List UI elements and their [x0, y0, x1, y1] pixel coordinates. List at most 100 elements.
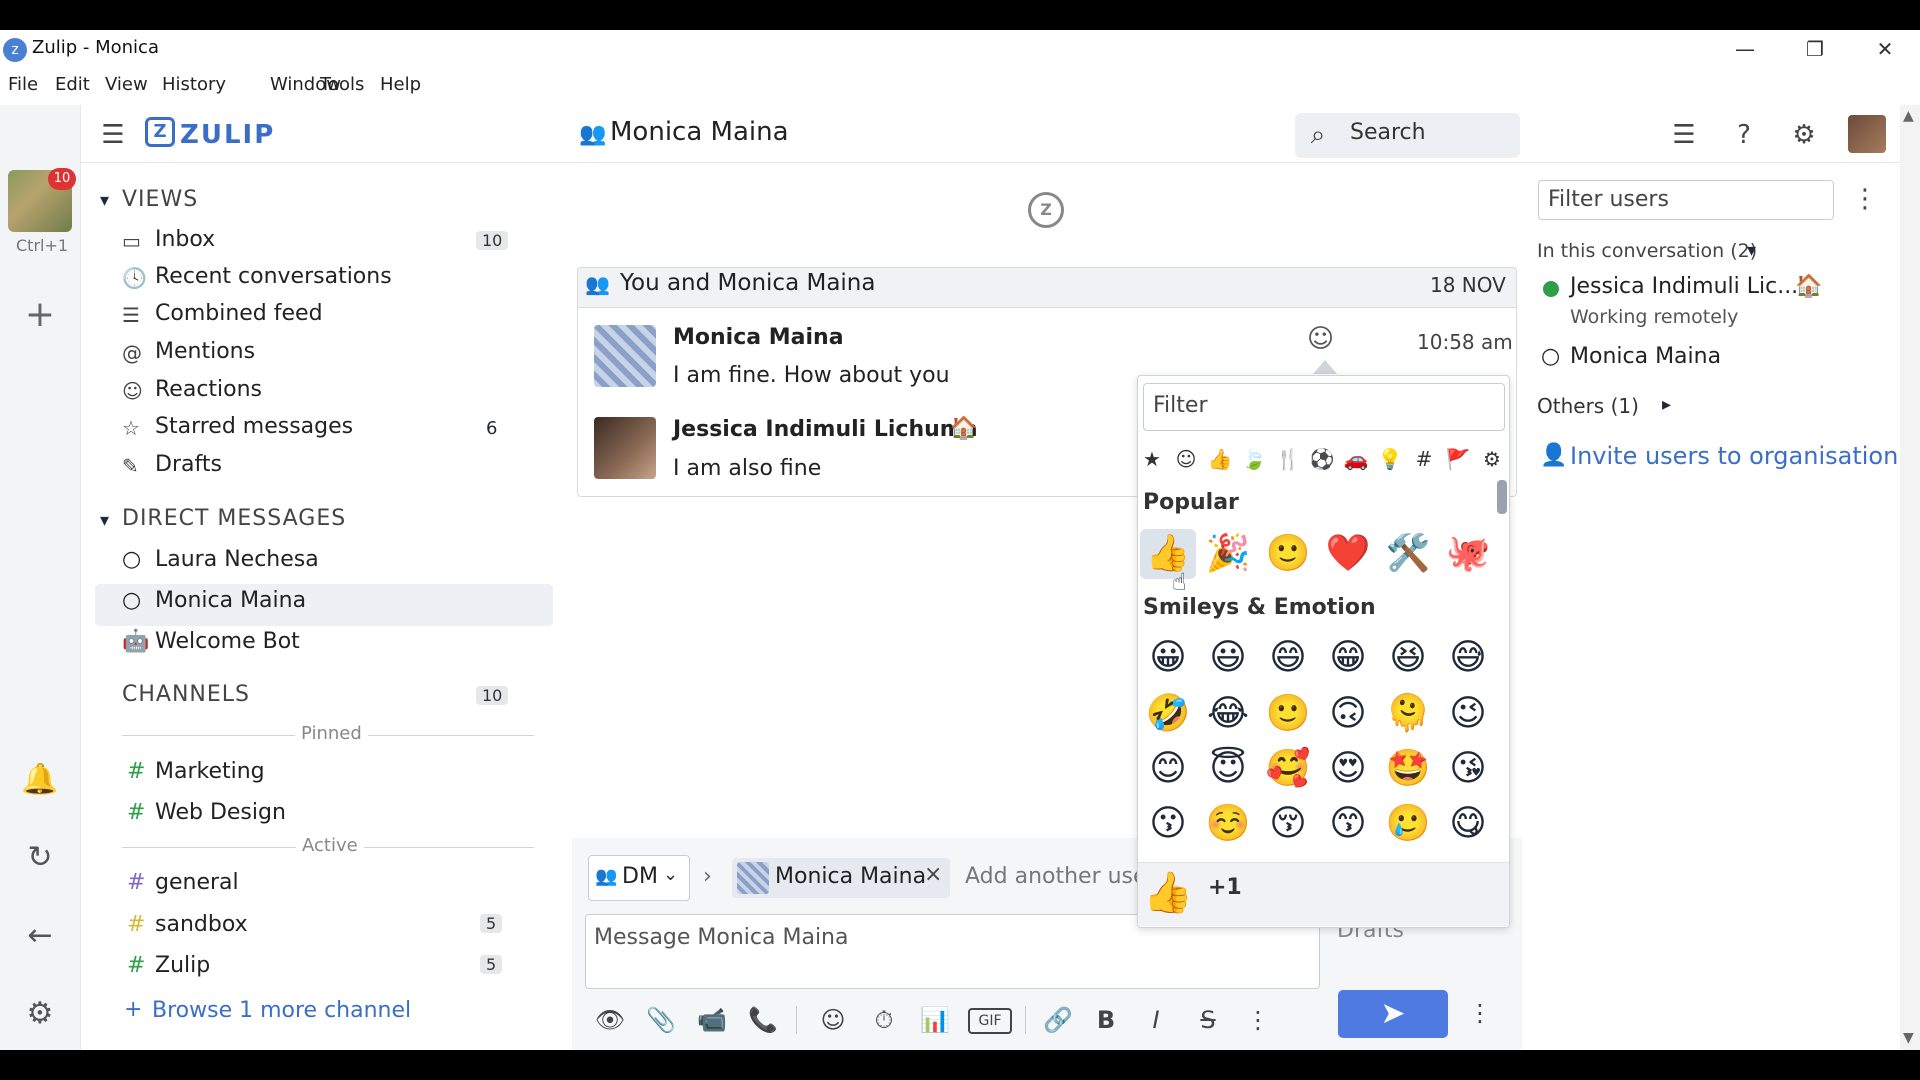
scroll-up-icon[interactable]: ▲ [1903, 108, 1914, 124]
dm-collapse-icon[interactable]: ▾ [100, 510, 109, 531]
emoji-picker-icon[interactable]: ☺ [815, 1002, 851, 1038]
message-placeholder[interactable]: Message Monica Maina [594, 925, 848, 950]
dm-monica-maina[interactable]: Monica Maina [155, 588, 306, 613]
category-objects-icon[interactable]: 💡 [1376, 445, 1404, 473]
emoji-heart[interactable]: ❤️ [1320, 529, 1376, 579]
voice-call-icon[interactable]: 📞 [745, 1002, 781, 1038]
message-sender[interactable]: Jessica Indimuli Lichuma [673, 417, 978, 442]
menu-edit[interactable]: Edit [55, 74, 90, 95]
user-monica[interactable]: Monica Maina [1570, 344, 1721, 369]
views-header[interactable]: VIEWS [122, 187, 198, 212]
message-sender[interactable]: Monica Maina [673, 325, 844, 350]
emoji-yum[interactable]: 😋 [1440, 799, 1496, 849]
gear-icon[interactable]: ⚙ [1786, 117, 1822, 153]
chevron-down-icon[interactable]: ⌄ [663, 864, 678, 885]
close-button[interactable]: ✕ [1865, 34, 1905, 64]
scroll-down-icon[interactable]: ▼ [1903, 1030, 1914, 1046]
emoji-joy[interactable]: 😂 [1200, 689, 1256, 739]
back-arrow-icon[interactable]: ← [20, 916, 60, 956]
message-time[interactable]: 10:58 am [1417, 330, 1513, 354]
category-people-icon[interactable]: 👍 [1206, 445, 1234, 473]
view-inbox[interactable]: Inbox [155, 227, 215, 252]
emoji-sweat-smile[interactable]: 😅 [1440, 633, 1496, 683]
chevron-right-icon[interactable]: ▸ [1662, 394, 1671, 415]
settings-gear-icon[interactable]: ⚙ [20, 994, 60, 1034]
browse-channels-link[interactable]: Browse 1 more channel [152, 998, 411, 1023]
emoji-heart-eyes[interactable]: 😍 [1320, 744, 1376, 794]
strikethrough-icon[interactable]: S [1190, 1002, 1226, 1038]
emoji-filter-placeholder[interactable]: Filter [1153, 393, 1207, 418]
zulip-logo-icon[interactable]: Z [145, 117, 175, 147]
zulip-logo-text[interactable]: ZULIP [180, 120, 275, 150]
emoji-big-smile[interactable]: 😄 [1260, 633, 1316, 683]
user-list-toggle-icon[interactable]: ☰ [1666, 117, 1702, 153]
emoji-rolling-on-floor[interactable]: 🤣 [1140, 689, 1196, 739]
view-starred[interactable]: Starred messages [155, 414, 353, 439]
view-combined-feed[interactable]: Combined feed [155, 301, 323, 326]
category-travel-icon[interactable]: 🚗 [1342, 445, 1370, 473]
emoji-smiling-tear[interactable]: 🥲 [1380, 799, 1436, 849]
emoji-wink[interactable]: 😉 [1440, 689, 1496, 739]
category-activity-icon[interactable]: ⚽ [1308, 445, 1336, 473]
user-list-menu-icon[interactable]: ⋮ [1852, 184, 1878, 214]
emoji-thumbs-up[interactable]: 👍 [1140, 529, 1196, 579]
hamburger-icon[interactable]: ☰ [95, 117, 131, 153]
emoji-octopus[interactable]: 🐙 [1440, 529, 1496, 579]
dm-select-label[interactable]: DM [622, 864, 658, 889]
italic-icon[interactable]: I [1138, 1002, 1174, 1038]
category-smileys-icon[interactable]: ☺ [1172, 445, 1200, 473]
emoji-smiley[interactable]: 😃 [1200, 633, 1256, 683]
emoji-kissing[interactable]: 😗 [1140, 799, 1196, 849]
emoji-tools[interactable]: 🛠️ [1380, 529, 1436, 579]
personal-menu-avatar[interactable] [1848, 115, 1886, 153]
category-custom-icon[interactable]: ⚙ [1478, 445, 1506, 473]
invite-users-link[interactable]: Invite users to organisation [1570, 442, 1898, 470]
preview-icon[interactable]: 👁 [592, 1002, 628, 1038]
channel-zulip[interactable]: Zulip [155, 953, 210, 978]
category-nature-icon[interactable]: 🍃 [1240, 445, 1268, 473]
in-conversation-header[interactable]: In this conversation (2) [1537, 240, 1757, 262]
category-flags-icon[interactable]: 🚩 [1444, 445, 1472, 473]
views-collapse-icon[interactable]: ▾ [100, 190, 109, 211]
remove-recipient-icon[interactable]: × [924, 862, 942, 887]
poll-icon[interactable]: 📊 [917, 1002, 953, 1038]
category-food-icon[interactable]: 🍴 [1274, 445, 1302, 473]
view-drafts[interactable]: Drafts [155, 452, 222, 477]
menu-tools[interactable]: Tools [320, 74, 364, 95]
gif-icon[interactable]: GIF [968, 1008, 1012, 1034]
emoji-tada[interactable]: 🎉 [1200, 529, 1256, 579]
emoji-kissing-smiling-eyes[interactable]: 😙 [1320, 799, 1376, 849]
global-time-icon[interactable]: ⏱ [866, 1002, 902, 1038]
add-org-button[interactable]: + [20, 295, 60, 335]
dm-welcome-bot[interactable]: Welcome Bot [155, 629, 300, 654]
emoji-upside-down[interactable]: 🙃 [1320, 689, 1376, 739]
category-popular-icon[interactable]: ★ [1138, 445, 1166, 473]
menu-history[interactable]: History [162, 74, 226, 95]
attach-file-icon[interactable]: 📎 [643, 1002, 679, 1038]
channel-general[interactable]: general [155, 870, 239, 895]
link-icon[interactable]: 🔗 [1040, 1002, 1076, 1038]
menu-file[interactable]: File [8, 74, 38, 95]
emoji-star-struck[interactable]: 🤩 [1380, 744, 1436, 794]
others-header[interactable]: Others (1) [1537, 394, 1639, 418]
recipient-label[interactable]: You and Monica Maina [620, 270, 875, 296]
category-symbols-icon[interactable]: # [1410, 445, 1438, 473]
send-options-icon[interactable]: ⋮ [1462, 995, 1498, 1031]
chevron-down-icon[interactable]: ▾ [1747, 240, 1756, 261]
more-options-icon[interactable]: ⋮ [1240, 1002, 1276, 1038]
emoji-smiling-hearts[interactable]: 🥰 [1260, 744, 1316, 794]
emoji-laughing[interactable]: 😆 [1380, 633, 1436, 683]
channel-marketing[interactable]: Marketing [155, 759, 265, 784]
minimize-button[interactable]: — [1725, 34, 1765, 64]
send-button[interactable]: ➤ [1338, 990, 1448, 1038]
emoji-blush[interactable]: 😊 [1140, 744, 1196, 794]
channels-header[interactable]: CHANNELS [122, 682, 250, 707]
emoji-melting[interactable]: 🫠 [1380, 689, 1436, 739]
menu-view[interactable]: View [105, 74, 148, 95]
add-reaction-icon[interactable]: ☺ [1307, 324, 1334, 354]
dm-laura-nechesa[interactable]: Laura Nechesa [155, 547, 319, 572]
restore-button[interactable]: ❐ [1795, 34, 1835, 64]
emoji-grinning[interactable]: 😀 [1140, 633, 1196, 683]
window-scrollbar[interactable] [1900, 105, 1920, 1050]
picker-scrollbar[interactable] [1497, 480, 1507, 514]
